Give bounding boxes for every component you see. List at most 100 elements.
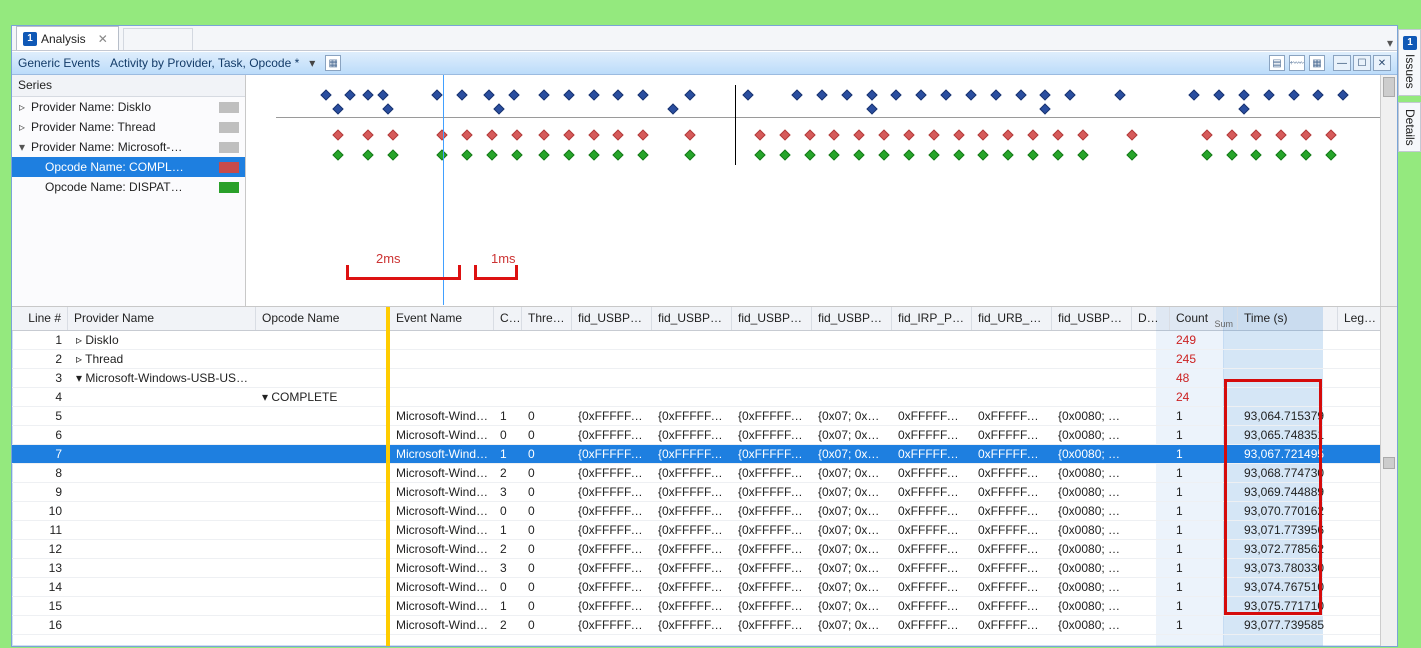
event-point[interactable] — [494, 103, 505, 114]
event-point[interactable] — [538, 89, 549, 100]
event-point[interactable] — [382, 103, 393, 114]
series-item-0[interactable]: ▹Provider Name: DiskIo — [12, 97, 245, 117]
event-point[interactable] — [332, 129, 343, 140]
table-row[interactable]: 16Microsoft-Wind…20{0xFFFFFA80…{0xFFFFFA… — [12, 616, 1397, 635]
event-point[interactable] — [588, 89, 599, 100]
table-row[interactable]: 4▾ COMPLETE24 — [12, 388, 1397, 407]
event-point[interactable] — [1238, 89, 1249, 100]
event-point[interactable] — [563, 149, 574, 160]
event-point[interactable] — [754, 149, 765, 160]
event-point[interactable] — [1238, 103, 1249, 114]
event-point[interactable] — [1127, 129, 1138, 140]
event-point[interactable] — [486, 149, 497, 160]
chevron-down-icon[interactable]: ▾ — [309, 56, 315, 70]
event-point[interactable] — [461, 129, 472, 140]
event-point[interactable] — [563, 89, 574, 100]
event-point[interactable] — [1338, 89, 1349, 100]
event-point[interactable] — [829, 149, 840, 160]
event-point[interactable] — [1201, 149, 1212, 160]
highlight-icon[interactable]: ▦ — [325, 55, 341, 71]
tab-analysis[interactable]: 1 Analysis ✕ — [16, 26, 119, 50]
event-point[interactable] — [916, 89, 927, 100]
event-point[interactable] — [613, 149, 624, 160]
event-point[interactable] — [779, 149, 790, 160]
tabs-overflow-icon[interactable]: ▾ — [1387, 36, 1393, 50]
event-point[interactable] — [387, 149, 398, 160]
event-point[interactable] — [613, 129, 624, 140]
col-f1[interactable]: fid_USBPO… — [572, 307, 652, 330]
event-point[interactable] — [588, 129, 599, 140]
event-point[interactable] — [432, 89, 443, 100]
tab-new[interactable] — [123, 28, 193, 50]
event-point[interactable] — [854, 149, 865, 160]
table-row[interactable]: 5Microsoft-Wind…10{0xFFFFFA80…{0xFFFFFA8… — [12, 407, 1397, 426]
event-point[interactable] — [866, 103, 877, 114]
event-point[interactable] — [1288, 89, 1299, 100]
view-table-icon[interactable]: ▦ — [1309, 55, 1325, 71]
event-point[interactable] — [638, 149, 649, 160]
event-point[interactable] — [1300, 149, 1311, 160]
event-point[interactable] — [1127, 149, 1138, 160]
event-point[interactable] — [456, 89, 467, 100]
event-point[interactable] — [1002, 149, 1013, 160]
event-point[interactable] — [638, 129, 649, 140]
maximize-button[interactable]: ☐ — [1353, 55, 1371, 71]
event-point[interactable] — [511, 129, 522, 140]
event-point[interactable] — [1077, 129, 1088, 140]
event-point[interactable] — [978, 129, 989, 140]
col-count[interactable]: CountSum — [1170, 307, 1238, 330]
table-row[interactable]: 2▹ Thread245 — [12, 350, 1397, 369]
event-point[interactable] — [1040, 89, 1051, 100]
event-point[interactable] — [953, 129, 964, 140]
event-point[interactable] — [866, 89, 877, 100]
col-event[interactable]: Event Name — [390, 307, 494, 330]
col-dev[interactable]: Device — [1132, 307, 1170, 330]
graph-subtitle[interactable]: Activity by Provider, Task, Opcode * — [110, 56, 299, 70]
event-point[interactable] — [928, 149, 939, 160]
view-line-icon[interactable]: ⬳ — [1289, 55, 1305, 71]
event-point[interactable] — [816, 89, 827, 100]
table-row[interactable]: 3▾ Microsoft-Windows-USB-USBP…48 — [12, 369, 1397, 388]
event-point[interactable] — [588, 149, 599, 160]
event-point[interactable] — [362, 129, 373, 140]
event-point[interactable] — [1263, 89, 1274, 100]
event-point[interactable] — [779, 129, 790, 140]
event-point[interactable] — [978, 149, 989, 160]
event-point[interactable] — [387, 129, 398, 140]
event-point[interactable] — [486, 129, 497, 140]
table-row[interactable]: 14Microsoft-Wind…00{0xFFFFFA80…{0xFFFFFA… — [12, 578, 1397, 597]
event-point[interactable] — [754, 129, 765, 140]
chart-scrollbar[interactable] — [1380, 75, 1397, 306]
event-point[interactable] — [1226, 149, 1237, 160]
event-point[interactable] — [509, 89, 520, 100]
event-point[interactable] — [878, 149, 889, 160]
event-point[interactable] — [362, 89, 373, 100]
event-point[interactable] — [332, 149, 343, 160]
col-f2[interactable]: fid_USBPO… — [652, 307, 732, 330]
col-time[interactable]: Time (s) — [1238, 307, 1338, 330]
event-point[interactable] — [461, 149, 472, 160]
close-icon[interactable]: ✕ — [98, 32, 108, 46]
table-row[interactable]: 1▹ DiskIo249 — [12, 331, 1397, 350]
event-point[interactable] — [484, 89, 495, 100]
event-point[interactable] — [1077, 149, 1088, 160]
event-point[interactable] — [685, 149, 696, 160]
table-row[interactable]: 11Microsoft-Wind…10{0xFFFFFA80…{0xFFFFFA… — [12, 521, 1397, 540]
grid-scrollbar[interactable] — [1380, 307, 1397, 646]
event-point[interactable] — [1040, 103, 1051, 114]
event-point[interactable] — [638, 89, 649, 100]
col-c[interactable]: C… — [494, 307, 522, 330]
series-item-3[interactable]: Opcode Name: COMPL… — [12, 157, 245, 177]
event-point[interactable] — [829, 129, 840, 140]
event-point[interactable] — [1300, 129, 1311, 140]
minimize-button[interactable]: — — [1333, 55, 1351, 71]
col-furb[interactable]: fid_URB_Pt… — [972, 307, 1052, 330]
expand-icon[interactable]: ▹ — [18, 120, 26, 134]
expand-icon[interactable]: ▾ — [18, 140, 26, 154]
event-point[interactable] — [891, 89, 902, 100]
event-point[interactable] — [377, 89, 388, 100]
event-point[interactable] — [345, 89, 356, 100]
col-f4[interactable]: fid_USBPO… — [812, 307, 892, 330]
event-point[interactable] — [1052, 129, 1063, 140]
event-point[interactable] — [965, 89, 976, 100]
